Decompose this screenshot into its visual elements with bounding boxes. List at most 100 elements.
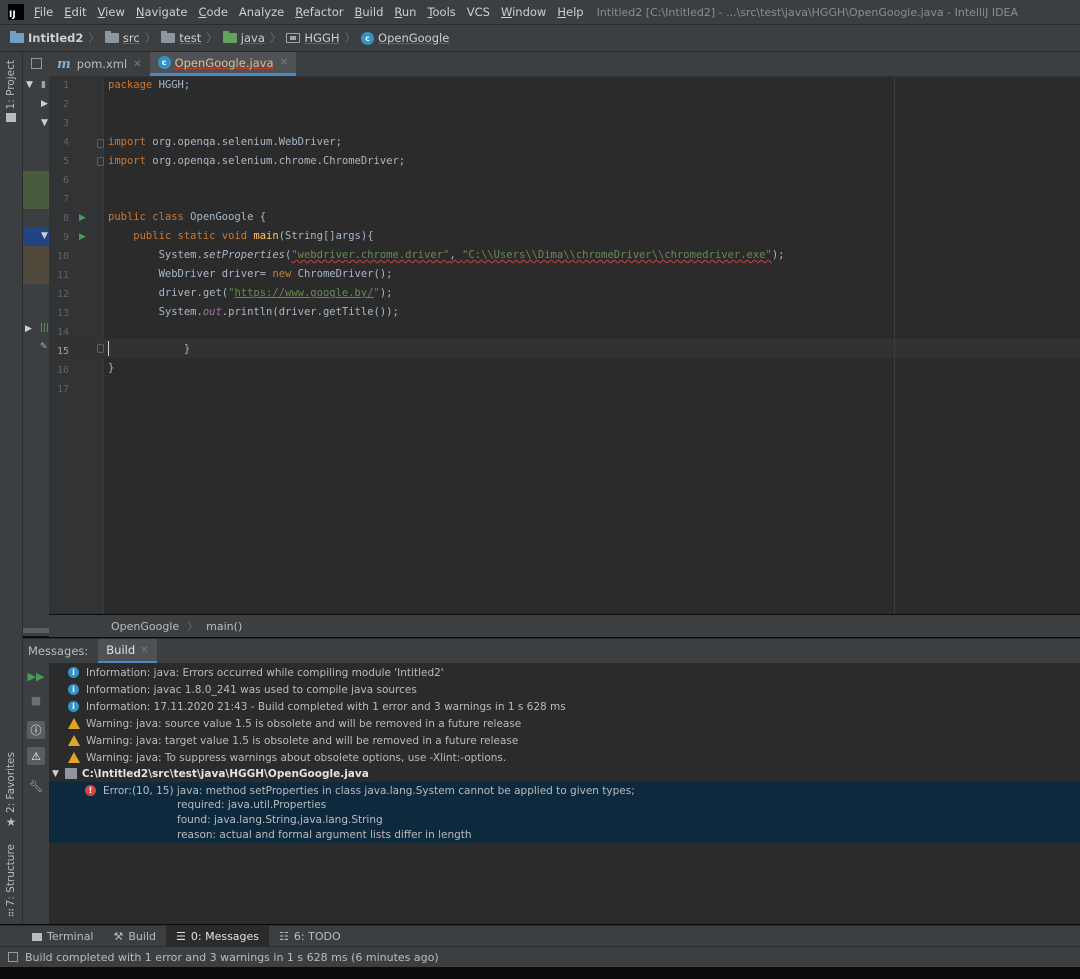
- message-row[interactable]: i Information: java: Errors occurred whil…: [68, 664, 444, 681]
- menu-edit-label: dit: [71, 5, 87, 19]
- tab-build-label: Build: [128, 930, 156, 943]
- message-row[interactable]: Warning: java: To suppress warnings abou…: [68, 749, 506, 766]
- structure-icon: ⠿: [7, 909, 15, 921]
- tab-messages[interactable]: ☰ 0: Messages: [166, 926, 270, 947]
- collapse-triangle-icon[interactable]: ▼: [26, 80, 33, 90]
- tab-terminal[interactable]: Terminal: [22, 926, 104, 947]
- collapse-triangle-icon[interactable]: ▼: [41, 118, 48, 128]
- message-file-node[interactable]: ▼ C:\Intitled2\src\test\java\HGGH\OpenGo…: [52, 765, 369, 782]
- code-text: );: [379, 287, 393, 299]
- breadcrumb-project[interactable]: Intitled2 〉: [10, 30, 105, 46]
- close-icon[interactable]: ✕: [140, 645, 148, 656]
- tab-build-label: Build: [106, 643, 136, 657]
- show-info-toggle-icon[interactable]: ⓘ: [27, 721, 45, 739]
- expand-triangle-icon[interactable]: ▶: [25, 324, 32, 334]
- menu-tools[interactable]: Tools: [427, 5, 455, 19]
- code-string-error: "webdriver.chrome.driver": [291, 249, 450, 261]
- breadcrumb-java[interactable]: java 〉: [222, 30, 287, 46]
- breadcrumb-java-label: java: [240, 31, 265, 45]
- menu-refactor-mnemonic: R: [295, 5, 303, 19]
- fold-marker-icon[interactable]: [97, 157, 104, 166]
- info-icon: i: [68, 684, 79, 695]
- structure-tool-tab[interactable]: 7: Structure ⠿: [0, 844, 22, 920]
- toggle-tool-windows-icon[interactable]: [8, 952, 18, 962]
- run-main-icon[interactable]: ▶: [79, 232, 86, 242]
- line-number: 17: [56, 384, 69, 395]
- wrench-icon[interactable]: 🔧︎: [27, 777, 45, 795]
- menu-build[interactable]: Build: [355, 5, 384, 19]
- code-text: System.: [108, 249, 203, 261]
- menu-help[interactable]: Help: [557, 5, 583, 19]
- code-line-8: public class OpenGoogle {: [108, 208, 266, 227]
- menu-refactor[interactable]: Refactor: [295, 5, 343, 19]
- editor-crumb-method[interactable]: main(): [206, 620, 242, 633]
- menu-run[interactable]: Run: [394, 5, 416, 19]
- horizontal-scrollbar[interactable]: [23, 628, 49, 633]
- project-tool-tab[interactable]: 1: Project: [0, 60, 22, 123]
- code-url-link[interactable]: https://www.google.by/: [234, 287, 373, 299]
- tab-build-messages[interactable]: Build ✕: [98, 639, 157, 663]
- close-icon[interactable]: ✕: [280, 57, 288, 68]
- message-text: Warning: java: source value 1.5 is obsol…: [86, 717, 522, 730]
- breadcrumb-package[interactable]: HGGH 〉: [286, 30, 361, 46]
- status-text: Build completed with 1 error and 3 warni…: [25, 950, 439, 964]
- show-warnings-toggle-icon[interactable]: ⚠: [27, 747, 45, 765]
- vcs-change-marker: [23, 171, 49, 209]
- message-text: Warning: java: target value 1.5 is obsol…: [86, 734, 519, 747]
- stop-icon[interactable]: ■: [27, 691, 45, 709]
- message-row[interactable]: i Information: javac 1.8.0_241 was used t…: [68, 681, 417, 698]
- tab-opengoogle-java[interactable]: c OpenGoogle.java ✕: [149, 52, 296, 76]
- menu-navigate-label: avigate: [144, 5, 188, 19]
- breadcrumb-package-label: HGGH: [304, 31, 340, 45]
- code-text: org.openqa.selenium.chrome.ChromeDriver;: [145, 155, 406, 167]
- favorites-tool-tab[interactable]: 2: Favorites ★: [0, 752, 22, 829]
- fold-marker-icon[interactable]: [97, 344, 104, 353]
- menu-window-label: indow: [512, 5, 547, 19]
- breadcrumb-src-label: src: [122, 31, 140, 45]
- menu-navigate[interactable]: Navigate: [136, 5, 188, 19]
- menu-window-mnemonic: W: [500, 5, 513, 19]
- code-line-9: public static void main(String[]args){: [108, 227, 373, 246]
- warning-icon: [68, 718, 80, 729]
- message-row[interactable]: i Information: 17.11.2020 21:43 - Build c…: [68, 698, 566, 715]
- maven-icon: m: [57, 56, 71, 72]
- menu-window[interactable]: Window: [501, 5, 546, 19]
- chevron-right-icon: 〉: [88, 31, 100, 45]
- status-bar: Build completed with 1 error and 3 warni…: [0, 946, 1080, 967]
- expand-triangle-icon[interactable]: ▶: [41, 99, 48, 109]
- rerun-icon[interactable]: ▶▶: [27, 667, 45, 685]
- menu-code[interactable]: Code: [198, 5, 227, 19]
- menu-view-label: iew: [105, 5, 125, 19]
- line-number: 8: [62, 213, 69, 224]
- message-row[interactable]: Warning: java: source value 1.5 is obsol…: [68, 715, 521, 732]
- breadcrumb-test[interactable]: test 〉: [161, 30, 223, 46]
- line-number: 14: [56, 327, 69, 338]
- close-icon[interactable]: ✕: [133, 59, 141, 70]
- collapse-triangle-icon[interactable]: ▼: [41, 231, 48, 241]
- code-text: WebDriver driver=: [108, 268, 273, 280]
- fold-marker-icon[interactable]: [97, 139, 104, 148]
- breadcrumb-src[interactable]: src 〉: [104, 30, 161, 46]
- error-message-row[interactable]: ! Error:(10, 15) java: method setProperti…: [85, 782, 635, 799]
- tab-todo[interactable]: ☷ 6: TODO: [269, 926, 351, 947]
- menu-analyze[interactable]: Analyze: [239, 5, 284, 19]
- menu-analyze-label: Analyze: [238, 5, 285, 19]
- line-number: 1: [62, 80, 69, 91]
- message-file-path: C:\Intitled2\src\test\java\HGGH\OpenGoog…: [81, 767, 369, 780]
- error-message-text: Error:(10, 15) java: method setPropertie…: [103, 784, 635, 797]
- menu-edit[interactable]: Edit: [64, 5, 86, 19]
- code-line-4: import org.openqa.selenium.WebDriver;: [108, 133, 342, 152]
- collapse-triangle-icon[interactable]: ▼: [52, 769, 59, 779]
- terminal-icon: [32, 932, 42, 941]
- tab-pom-xml[interactable]: m pom.xml ✕: [49, 52, 150, 76]
- menu-file[interactable]: File: [34, 5, 53, 19]
- menu-vcs[interactable]: VCS: [467, 5, 490, 19]
- tab-build[interactable]: ⚒ Build: [104, 926, 167, 947]
- menu-edit-mnemonic: E: [64, 5, 72, 19]
- message-row[interactable]: Warning: java: target value 1.5 is obsol…: [68, 732, 518, 749]
- menu-view[interactable]: View: [98, 5, 125, 19]
- breadcrumb-class[interactable]: c OpenGoogle: [361, 31, 449, 45]
- editor-crumb-class[interactable]: OpenGoogle: [111, 620, 179, 633]
- project-view-icon[interactable]: [31, 58, 42, 69]
- run-class-icon[interactable]: ▶: [79, 213, 86, 223]
